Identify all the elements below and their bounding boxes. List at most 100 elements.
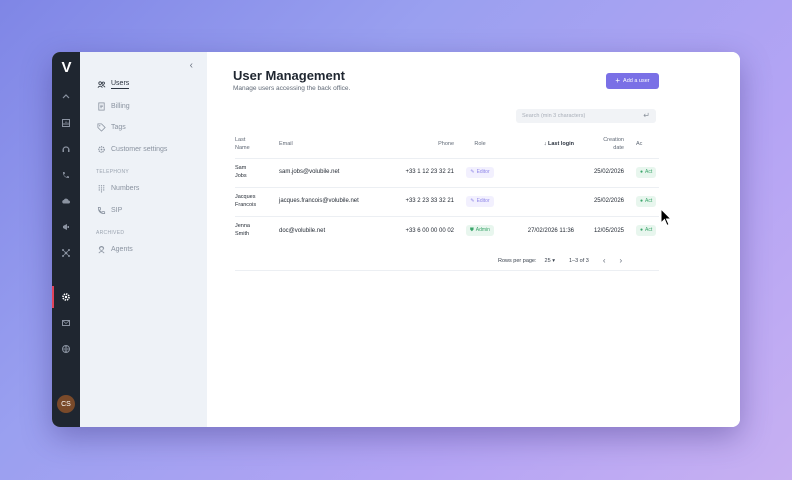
last-name: Francois — [235, 201, 257, 208]
sidebar-item-label: Numbers — [111, 185, 140, 193]
header-label: Creation — [603, 137, 624, 144]
role-label: Editor — [476, 169, 490, 176]
page-title: User Management — [233, 68, 345, 83]
previous-page-icon[interactable]: ‹ — [603, 256, 606, 265]
status-badge: ● Act — [636, 167, 657, 178]
role-badge: ⛊ Admin — [466, 225, 494, 237]
rows-per-page-value: 25 — [544, 257, 551, 264]
document-icon — [96, 101, 106, 111]
cell-creation-date: 25/02/2026 — [574, 157, 624, 187]
cell-status: ● Act — [624, 186, 659, 216]
cloud-icon[interactable] — [52, 188, 80, 214]
mouse-cursor-icon — [660, 208, 672, 227]
table-row[interactable]: Jacques Francois jacques.francois@volubil… — [235, 186, 659, 216]
shield-icon: ⛊ — [470, 227, 474, 234]
tag-icon — [96, 123, 106, 133]
next-page-icon[interactable]: › — [620, 256, 623, 265]
search-input[interactable]: Search (min 3 characters) ↵ — [516, 109, 656, 123]
last-name: Jobs — [235, 172, 247, 179]
mail-icon[interactable] — [52, 310, 80, 336]
table-row[interactable]: Sam Jobs sam.jobs@volubile.net +33 1 12 2… — [235, 157, 659, 187]
sidebar-item-billing[interactable]: Billing — [80, 96, 207, 118]
app-window: V CS ‹ Users Billing Tags Customer setti… — [52, 52, 740, 427]
cell-creation-date: 25/02/2026 — [574, 186, 624, 216]
section-telephony: TELEPHONY — [96, 169, 129, 175]
headset-icon[interactable] — [52, 136, 80, 162]
pencil-icon: ✎ — [470, 198, 475, 205]
app-logo: V — [61, 59, 71, 76]
settings-sidebar: ‹ Users Billing Tags Customer settings T… — [80, 52, 207, 427]
header-label: date — [613, 144, 624, 151]
search-placeholder: Search (min 3 characters) — [522, 113, 586, 119]
first-name: Sam — [235, 165, 247, 172]
sidebar-item-label: Billing — [111, 102, 130, 110]
settings-icon[interactable] — [52, 284, 80, 310]
role-badge: ✎ Editor — [466, 167, 494, 178]
sidebar-item-label: SIP — [111, 206, 123, 214]
first-name: Jacques — [235, 194, 256, 201]
caret-down-icon: ▾ — [552, 257, 555, 264]
sidebar-item-label: Customer settings — [111, 145, 168, 153]
status-label: Act — [645, 198, 653, 205]
dashboard-icon[interactable] — [52, 110, 80, 136]
enter-icon: ↵ — [643, 111, 650, 120]
role-badge: ✎ Editor — [466, 196, 494, 207]
column-phone[interactable]: Phone — [389, 132, 454, 158]
status-label: Act — [645, 227, 653, 234]
add-user-label: Add a user — [623, 78, 650, 84]
cell-last-login — [506, 186, 574, 216]
table-footer-divider — [235, 270, 659, 271]
page-subtitle: Manage users accessing the back office. — [233, 85, 351, 92]
section-archived: ARCHIVED — [96, 230, 125, 236]
cell-role: ⛊ Admin — [454, 215, 506, 245]
status-label: Act — [645, 169, 653, 176]
last-name: Smith — [235, 230, 250, 237]
cell-name: Jenna Smith — [235, 215, 279, 245]
pagination: Rows per page: 25 ▾ 1–3 of 3 ‹ › — [498, 256, 622, 265]
cell-last-login — [506, 157, 574, 187]
role-label: Admin — [475, 227, 490, 234]
sidebar-item-sip[interactable]: SIP — [80, 200, 207, 222]
sidebar-item-numbers[interactable]: Numbers — [80, 178, 207, 200]
column-actions: Ac — [636, 140, 643, 147]
cell-status: ● Act — [624, 157, 659, 187]
megaphone-icon[interactable] — [52, 214, 80, 240]
role-label: Editor — [476, 198, 490, 205]
network-icon[interactable] — [52, 240, 80, 266]
status-badge: ● Act — [636, 225, 657, 237]
rows-per-page-select[interactable]: 25 ▾ — [545, 258, 555, 264]
chevron-left-icon[interactable]: ‹ — [190, 60, 193, 71]
cell-phone: +33 1 12 23 32 21 — [389, 157, 454, 187]
phone-icon — [96, 205, 106, 215]
sidebar-item-agents[interactable]: Agents — [80, 239, 207, 261]
rows-per-page-label: Rows per page: — [498, 257, 537, 264]
cell-role: ✎ Editor — [454, 157, 506, 187]
add-user-button[interactable]: + Add a user — [606, 73, 659, 89]
avatar[interactable]: CS — [57, 395, 75, 413]
sidebar-item-users[interactable]: Users — [80, 74, 207, 96]
column-last-name[interactable]: Last Name — [235, 132, 279, 158]
person-icon: ● — [640, 227, 644, 234]
home-icon[interactable] — [52, 84, 80, 110]
pencil-icon: ✎ — [470, 169, 475, 176]
column-creation-date[interactable]: Creation date — [574, 132, 624, 158]
header-label: Last — [235, 137, 246, 144]
globe-icon[interactable] — [52, 336, 80, 362]
sidebar-item-tags[interactable]: Tags — [80, 117, 207, 139]
sidebar-item-label: Agents — [111, 246, 133, 254]
table-row[interactable]: Jenna Smith doc@volubile.net +33 6 00 00 … — [235, 215, 659, 245]
main-content: User Management Manage users accessing t… — [207, 52, 740, 427]
cell-status: ● Act — [624, 215, 659, 245]
table-header-row: Last Name Email Phone Role ↓ Last login C… — [235, 132, 659, 158]
person-icon: ● — [640, 198, 644, 205]
users-icon — [96, 80, 106, 90]
dialpad-icon — [96, 184, 106, 194]
page-range: 1–3 of 3 — [568, 257, 589, 264]
call-icon[interactable] — [52, 162, 80, 188]
sidebar-item-customer-settings[interactable]: Customer settings — [80, 139, 207, 161]
cell-email: doc@volubile.net — [279, 215, 389, 245]
column-role[interactable]: Role — [454, 132, 506, 158]
column-last-login[interactable]: ↓ Last login — [506, 132, 574, 158]
column-email[interactable]: Email — [279, 132, 389, 158]
status-badge: ● Act — [636, 196, 657, 207]
